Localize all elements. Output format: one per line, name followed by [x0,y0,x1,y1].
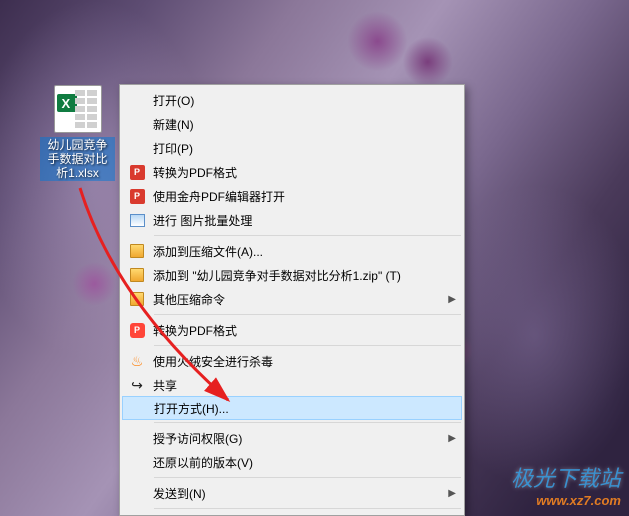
desktop-file-xlsx[interactable]: 幼儿园竞争手数据对比析1.xlsx [40,85,115,181]
menu-jinzhou-pdf[interactable]: P 使用金舟PDF编辑器打开 [122,184,462,208]
archive-icon [126,242,148,260]
menu-other-compress[interactable]: 其他压缩命令 ▶ [122,287,462,311]
menu-add-archive[interactable]: 添加到压缩文件(A)... [122,239,462,263]
blank-icon [126,139,148,157]
menu-convert-pdf[interactable]: P 转换为PDF格式 [122,160,462,184]
menu-open-with[interactable]: 打开方式(H)... [122,396,462,420]
menu-open[interactable]: 打开(O) [122,88,462,112]
menu-new[interactable]: 新建(N) [122,112,462,136]
blank-icon [126,115,148,133]
blank-icon [126,91,148,109]
pdf-icon: P [126,321,148,339]
separator [154,235,461,236]
menu-grant-access[interactable]: 授予访问权限(G) ▶ [122,426,462,450]
separator [154,477,461,478]
image-icon [126,211,148,229]
pdf-editor-icon: P [126,187,148,205]
chevron-right-icon: ▶ [448,433,456,444]
chevron-right-icon: ▶ [448,488,456,499]
excel-file-icon [54,85,102,133]
separator [154,345,461,346]
watermark: 极光下载站 www.xz7.com [511,461,621,508]
separator [154,508,461,509]
menu-huorong-scan[interactable]: ♨ 使用火绒安全进行杀毒 [122,349,462,373]
archive-icon [126,266,148,284]
watermark-url: www.xz7.com [511,493,621,508]
archive-icon [126,290,148,308]
menu-print[interactable]: 打印(P) [122,136,462,160]
chevron-right-icon: ▶ [448,294,456,305]
watermark-title: 极光下载站 [511,461,621,493]
separator [154,422,461,423]
pdf-icon: P [126,163,148,181]
separator [154,314,461,315]
menu-restore-version[interactable]: 还原以前的版本(V) [122,450,462,474]
file-label: 幼儿园竞争手数据对比析1.xlsx [40,137,115,181]
menu-send-to[interactable]: 发送到(N) ▶ [122,481,462,505]
menu-image-batch[interactable]: 进行 图片批量处理 [122,208,462,232]
blank-icon [126,453,148,471]
menu-convert-pdf-2[interactable]: P 转换为PDF格式 [122,318,462,342]
blank-icon [126,429,148,447]
menu-share[interactable]: ↪ 共享 [122,373,462,397]
fire-icon: ♨ [126,352,148,370]
blank-icon [127,399,149,417]
context-menu: 打开(O) 新建(N) 打印(P) P 转换为PDF格式 P 使用金舟PDF编辑… [119,84,465,516]
blank-icon [126,484,148,502]
share-icon: ↪ [126,376,148,394]
menu-add-zip[interactable]: 添加到 "幼儿园竞争对手数据对比分析1.zip" (T) [122,263,462,287]
